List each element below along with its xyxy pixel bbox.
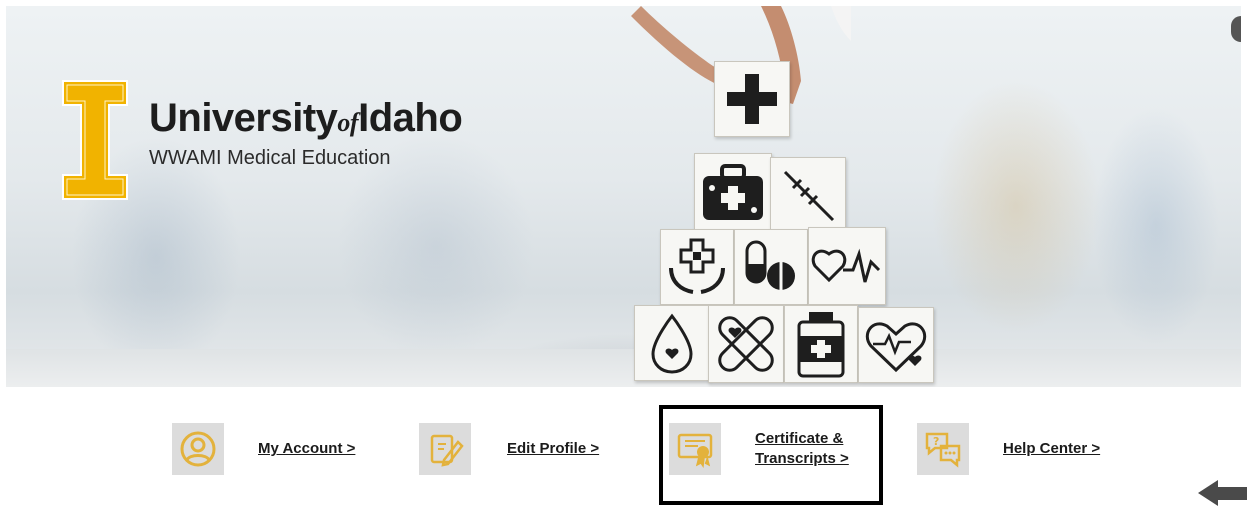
edit-pencil-icon — [419, 423, 471, 475]
medical-blocks-illustration — [626, 61, 946, 387]
nav-certificate-label-line1[interactable]: Certificate & — [755, 429, 849, 449]
nav-edit-profile-label[interactable]: Edit Profile > — [507, 439, 599, 459]
medicine-bottle-icon — [784, 305, 858, 383]
hero-tabletop — [6, 349, 1241, 387]
plus-cross-icon — [714, 61, 790, 137]
nav-certificate-transcripts-label[interactable]: Certificate & Transcripts > — [755, 429, 849, 469]
nav-edit-profile[interactable]: Edit Profile > — [419, 423, 599, 475]
pills-icon — [734, 229, 808, 305]
arrow-left-icon[interactable] — [1198, 474, 1247, 506]
logo-title: UniversityofIdaho — [149, 96, 463, 143]
university-logo-text[interactable]: UniversityofIdaho WWAMI Medical Educatio… — [149, 96, 463, 169]
carousel-edge-control[interactable] — [1231, 16, 1241, 42]
help-chat-icon: ? — [917, 423, 969, 475]
heartbeat-icon — [808, 227, 886, 305]
hands-holding-cross-icon — [660, 229, 734, 305]
svg-text:?: ? — [933, 435, 939, 448]
hero-banner: UniversityofIdaho WWAMI Medical Educatio… — [6, 6, 1241, 387]
nav-certificate-label-line2[interactable]: Transcripts > — [755, 449, 849, 469]
nav-my-account[interactable]: My Account > — [172, 423, 355, 475]
nav-help-center-label[interactable]: Help Center > — [1003, 439, 1100, 459]
bandage-icon — [708, 305, 784, 383]
certificate-icon — [669, 423, 721, 475]
nav-certificate-transcripts[interactable]: Certificate & Transcripts > — [669, 423, 849, 475]
logo-subtitle: WWAMI Medical Education — [149, 147, 391, 169]
logo-name-of: of — [337, 108, 359, 137]
heart-pulse-icon — [858, 307, 934, 383]
blood-drop-icon — [634, 305, 710, 381]
nav-help-center[interactable]: ? Help Center > — [917, 423, 1100, 475]
nav-my-account-label[interactable]: My Account > — [258, 439, 355, 459]
user-circle-icon — [172, 423, 224, 475]
syringe-icon — [770, 157, 846, 231]
logo-name-end: Idaho — [358, 96, 463, 140]
first-aid-kit-icon — [694, 153, 772, 231]
logo-name-main: University — [149, 96, 338, 140]
university-logo-icon — [62, 80, 128, 200]
quick-links-nav: My Account > Edit Profile > Certificate … — [0, 395, 1247, 506]
